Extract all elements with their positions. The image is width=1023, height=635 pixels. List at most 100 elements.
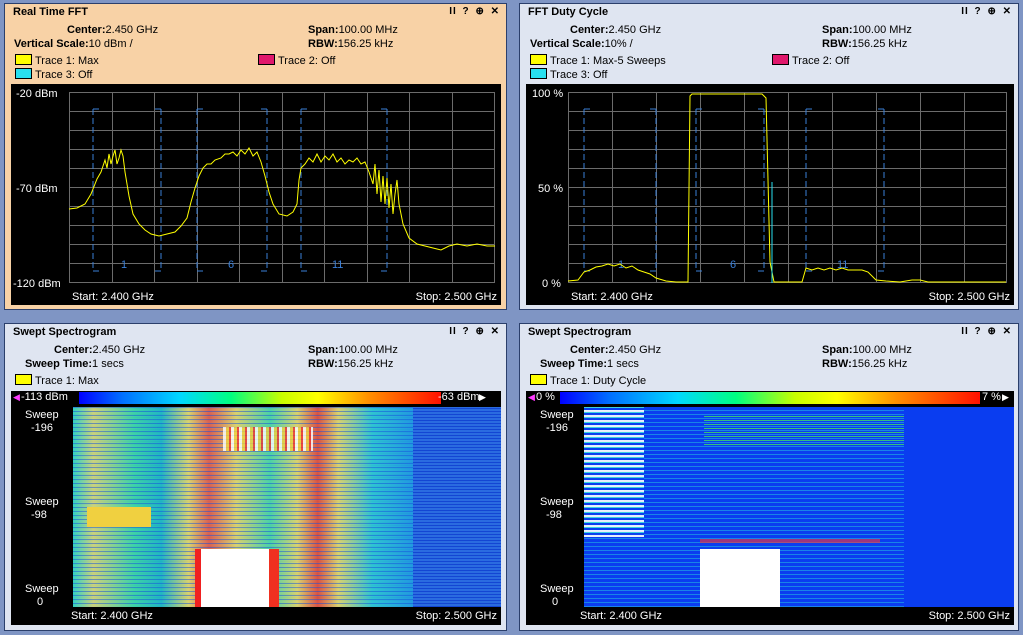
scale-left-arrow-icon[interactable]: ◀ bbox=[13, 392, 20, 403]
duty-titlebar[interactable]: FFT Duty Cycle II ? ⊕ ✕ bbox=[520, 4, 1018, 20]
spec1-heatmap bbox=[73, 407, 501, 607]
center-label: Center: bbox=[570, 344, 609, 356]
rbw-value: 156.25 kHz bbox=[337, 358, 394, 370]
spec1-plot[interactable]: ◀ -113 dBm -63 dBm ▶ Sweep -196 Sweep -9… bbox=[11, 391, 501, 625]
spec2-title: Swept Spectrogram bbox=[528, 326, 632, 338]
fft-rbw: RBW:156.25 kHz bbox=[308, 38, 393, 50]
trace2-swatch bbox=[772, 54, 789, 65]
duty-trace2-legend[interactable]: Trace 2: Off bbox=[772, 54, 849, 67]
spec1-title: Swept Spectrogram bbox=[13, 326, 117, 338]
help-icon[interactable]: ? bbox=[975, 6, 982, 17]
spec2-color-gradient bbox=[560, 392, 980, 404]
trace1-label: Trace 1: Max bbox=[35, 375, 99, 387]
zoom-icon[interactable]: ⊕ bbox=[475, 6, 484, 17]
spec1-toolbar: II ? ⊕ ✕ bbox=[447, 326, 500, 337]
close-icon[interactable]: ✕ bbox=[491, 6, 500, 17]
trace1-swatch bbox=[530, 54, 547, 65]
help-icon[interactable]: ? bbox=[463, 6, 470, 17]
trace1-swatch bbox=[15, 54, 32, 65]
spec2-sweep-mid-word: Sweep bbox=[540, 496, 574, 508]
spec2-stop: Stop: 2.500 GHz bbox=[928, 610, 1010, 622]
span-label: Span: bbox=[822, 24, 853, 36]
span-label: Span: bbox=[822, 344, 853, 356]
span-value: 100.00 MHz bbox=[852, 344, 912, 356]
rbw-value: 156.25 kHz bbox=[337, 38, 394, 50]
duty-stop: Stop: 2.500 GHz bbox=[928, 291, 1010, 303]
spec1-sweep-top: -196 bbox=[31, 422, 54, 434]
pause-icon[interactable]: II bbox=[449, 6, 457, 17]
duty-vscale: Vertical Scale:10% / bbox=[530, 38, 633, 50]
span-value: 100.00 MHz bbox=[338, 344, 398, 356]
zoom-icon[interactable]: ⊕ bbox=[987, 326, 996, 337]
spec1-trace1-legend[interactable]: Trace 1: Max bbox=[15, 374, 99, 387]
fft-toolbar: II ? ⊕ ✕ bbox=[447, 6, 500, 17]
fft-plot[interactable]: 1 6 11 -20 dBm -70 dBm -120 dBm Start: 2… bbox=[11, 84, 501, 305]
duty-plot[interactable]: 1 6 11 100 % 50 % 0 % Start: 2.400 GHz S… bbox=[526, 84, 1014, 305]
pause-icon[interactable]: II bbox=[961, 326, 969, 337]
duty-y-bot: 0 % bbox=[542, 278, 561, 290]
duty-trace1-legend[interactable]: Trace 1: Max-5 Sweeps bbox=[530, 54, 666, 67]
help-icon[interactable]: ? bbox=[463, 326, 470, 337]
trace1-swatch bbox=[530, 374, 547, 385]
spec1-start: Start: 2.400 GHz bbox=[71, 610, 153, 622]
trace1-swatch bbox=[15, 374, 32, 385]
center-value: 2.450 GHz bbox=[608, 24, 662, 36]
fft-trace3-legend[interactable]: Trace 3: Off bbox=[15, 68, 92, 81]
spec1-sweep-bot: 0 bbox=[37, 596, 44, 608]
spec1-scale-max: -63 dBm bbox=[438, 391, 480, 403]
trace1-label: Trace 1: Duty Cycle bbox=[550, 375, 647, 387]
duty-title: FFT Duty Cycle bbox=[528, 6, 609, 18]
rbw-value: 156.25 kHz bbox=[851, 358, 908, 370]
spec2-start: Start: 2.400 GHz bbox=[580, 610, 662, 622]
pause-icon[interactable]: II bbox=[449, 326, 457, 337]
close-icon[interactable]: ✕ bbox=[491, 326, 500, 337]
rbw-label: RBW: bbox=[822, 38, 852, 50]
pause-icon[interactable]: II bbox=[961, 6, 969, 17]
spec1-titlebar[interactable]: Swept Spectrogram II ? ⊕ ✕ bbox=[5, 324, 506, 340]
scale-right-arrow-icon[interactable]: ▶ bbox=[479, 392, 486, 403]
fft-grid bbox=[69, 92, 495, 283]
fft-center: Center:2.450 GHz bbox=[67, 24, 158, 36]
close-icon[interactable]: ✕ bbox=[1003, 326, 1012, 337]
spec2-center: Center:2.450 GHz bbox=[570, 344, 661, 356]
spec2-sweep-bot-word: Sweep bbox=[540, 583, 574, 595]
spec1-color-scale[interactable]: ◀ -113 dBm -63 dBm ▶ bbox=[11, 391, 501, 405]
trace1-label: Trace 1: Max-5 Sweeps bbox=[550, 55, 666, 67]
help-icon[interactable]: ? bbox=[975, 326, 982, 337]
spec1-color-gradient bbox=[79, 392, 441, 404]
span-value: 100.00 MHz bbox=[852, 24, 912, 36]
sweep-time-value: 1 secs bbox=[92, 358, 124, 370]
zoom-icon[interactable]: ⊕ bbox=[987, 6, 996, 17]
spec1-scale-min: -113 dBm bbox=[21, 391, 68, 403]
zoom-icon[interactable]: ⊕ bbox=[475, 326, 484, 337]
center-label: Center: bbox=[67, 24, 106, 36]
duty-channel-6: 6 bbox=[730, 259, 736, 271]
scale-left-arrow-icon[interactable]: ◀ bbox=[528, 392, 535, 403]
spec2-heatmap bbox=[584, 407, 1014, 607]
center-value: 2.450 GHz bbox=[105, 24, 159, 36]
trace2-label: Trace 2: Off bbox=[792, 55, 850, 67]
spec2-trace1-legend[interactable]: Trace 1: Duty Cycle bbox=[530, 374, 646, 387]
fft-titlebar[interactable]: Real Time FFT II ? ⊕ ✕ bbox=[5, 4, 506, 20]
center-label: Center: bbox=[570, 24, 609, 36]
close-icon[interactable]: ✕ bbox=[1003, 6, 1012, 17]
trace2-label: Trace 2: Off bbox=[278, 55, 336, 67]
duty-trace3-legend[interactable]: Trace 3: Off bbox=[530, 68, 607, 81]
spec2-rbw: RBW:156.25 kHz bbox=[822, 358, 907, 370]
vscale-value: 10% / bbox=[604, 38, 633, 50]
duty-panel: FFT Duty Cycle II ? ⊕ ✕ Center:2.450 GHz… bbox=[519, 3, 1019, 310]
trace1-label: Trace 1: Max bbox=[35, 55, 99, 67]
spec1-stop: Stop: 2.500 GHz bbox=[415, 610, 497, 622]
spec2-color-scale[interactable]: ◀ 0 % 7 % ▶ bbox=[526, 391, 1014, 405]
scale-right-arrow-icon[interactable]: ▶ bbox=[1002, 392, 1009, 403]
fft-trace1-legend[interactable]: Trace 1: Max bbox=[15, 54, 99, 67]
spec2-plot[interactable]: ◀ 0 % 7 % ▶ Sweep -196 Sweep -98 Sweep 0… bbox=[526, 391, 1014, 625]
fft-y-top: -20 dBm bbox=[16, 88, 58, 100]
rbw-value: 156.25 kHz bbox=[851, 38, 908, 50]
fft-trace2-legend[interactable]: Trace 2: Off bbox=[258, 54, 335, 67]
fft-panel: Real Time FFT II ? ⊕ ✕ Center:2.450 GHz … bbox=[4, 3, 507, 310]
spec2-titlebar[interactable]: Swept Spectrogram II ? ⊕ ✕ bbox=[520, 324, 1018, 340]
center-value: 2.450 GHz bbox=[92, 344, 146, 356]
fft-span: Span:100.00 MHz bbox=[308, 24, 398, 36]
spectrogram-max-panel: Swept Spectrogram II ? ⊕ ✕ Center:2.450 … bbox=[4, 323, 507, 631]
